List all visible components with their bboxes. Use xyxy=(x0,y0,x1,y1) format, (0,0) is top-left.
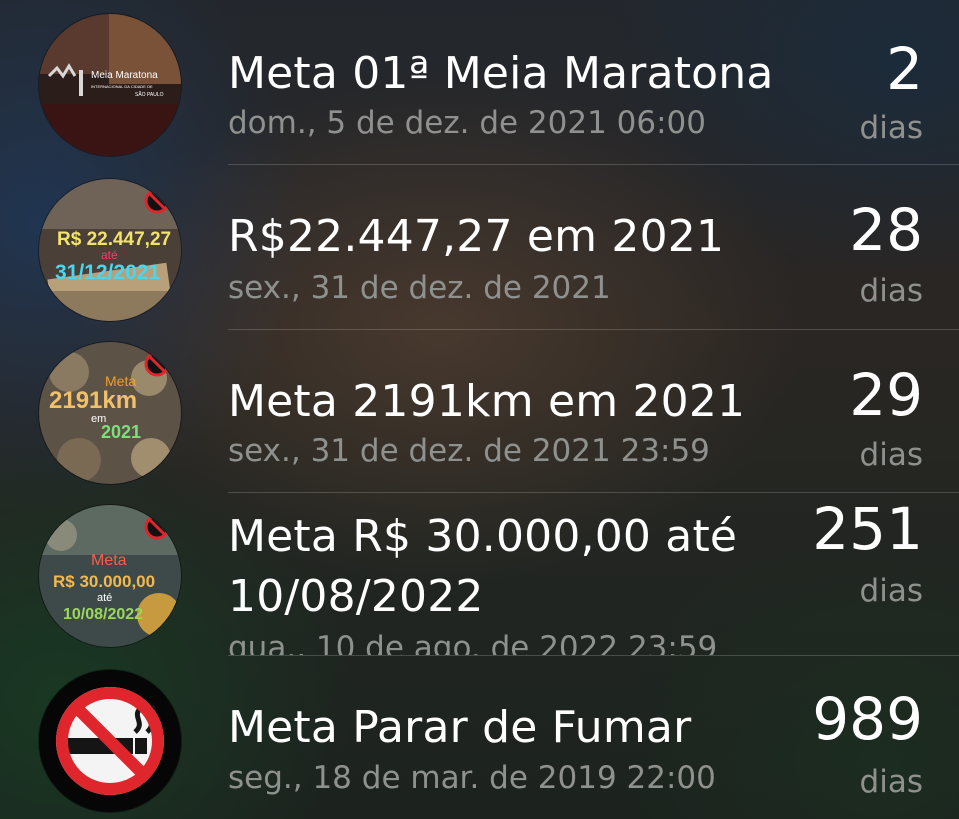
event-date: sex., 31 de dez. de 2021 xyxy=(228,270,611,306)
thumbnail-label: Meia Maratona xyxy=(91,70,158,81)
event-date: sex., 31 de dez. de 2021 23:59 xyxy=(228,433,710,469)
list-item[interactable]: Meta 2191km em 2021 Meta 2191km em 2021 … xyxy=(0,330,959,493)
event-date: seg., 18 de mar. de 2019 22:00 xyxy=(228,760,716,796)
thumbnail-label: 2021 xyxy=(101,422,141,442)
event-title: Meta Parar de Fumar xyxy=(228,702,692,753)
event-title: R$22.447,27 em 2021 xyxy=(228,211,725,262)
thumbnail-label: INTERNACIONAL DA CIDADE DE xyxy=(91,84,153,89)
days-count: 251 xyxy=(812,495,923,563)
event-title: Meta 2191km em 2021 xyxy=(228,376,746,427)
days-unit: dias xyxy=(859,273,923,309)
thumbnail-label: até xyxy=(97,592,112,604)
thumbnail-label: R$ 22.447,27 xyxy=(57,229,171,250)
event-thumbnail: Meia Maratona INTERNACIONAL DA CIDADE DE… xyxy=(39,14,181,156)
event-thumbnail: Meta 2191km em 2021 xyxy=(39,342,181,484)
days-count: 28 xyxy=(849,196,923,264)
days-unit: dias xyxy=(859,437,923,473)
days-count: 29 xyxy=(849,361,923,429)
thumbnail-label: até xyxy=(101,248,118,262)
days-unit: dias xyxy=(859,573,923,609)
thumbnail-label: R$ 30.000,00 xyxy=(53,572,155,591)
event-date: dom., 5 de dez. de 2021 06:00 xyxy=(228,105,707,141)
list-item[interactable]: Meia Maratona INTERNACIONAL DA CIDADE DE… xyxy=(0,0,959,165)
event-thumbnail: R$ 22.447,27 até 31/12/2021 xyxy=(39,179,181,321)
event-title: Meta 01ª Meia Maratona xyxy=(228,48,774,99)
event-title: Meta R$ 30.000,00 até xyxy=(228,511,738,562)
event-date: qua., 10 de ago. de 2022 23:59 xyxy=(228,630,718,655)
list-item[interactable]: R$ 22.447,27 até 31/12/2021 R$22.447,27 … xyxy=(0,165,959,330)
thumbnail-label: 10/08/2022 xyxy=(63,606,143,623)
days-unit: dias xyxy=(859,110,923,146)
event-title-line2: 10/08/2022 xyxy=(228,571,484,622)
list-item[interactable]: Meta Parar de Fumar seg., 18 de mar. de … xyxy=(0,656,959,819)
event-thumbnail xyxy=(39,670,181,812)
days-unit: dias xyxy=(859,764,923,800)
list-item[interactable]: Meta R$ 30.000,00 até 10/08/2022 Meta R$… xyxy=(0,493,959,656)
countdown-widget: Meia Maratona INTERNACIONAL DA CIDADE DE… xyxy=(0,0,959,819)
thumbnail-label: 31/12/2021 xyxy=(55,261,160,284)
no-smoking-icon xyxy=(56,687,164,795)
thumbnail-label: 2191km xyxy=(49,387,137,414)
thumbnail-label: SÃO PAULO xyxy=(135,91,164,98)
days-count: 989 xyxy=(812,685,923,753)
days-count: 2 xyxy=(886,35,923,103)
thumbnail-label: Meta xyxy=(91,552,127,569)
